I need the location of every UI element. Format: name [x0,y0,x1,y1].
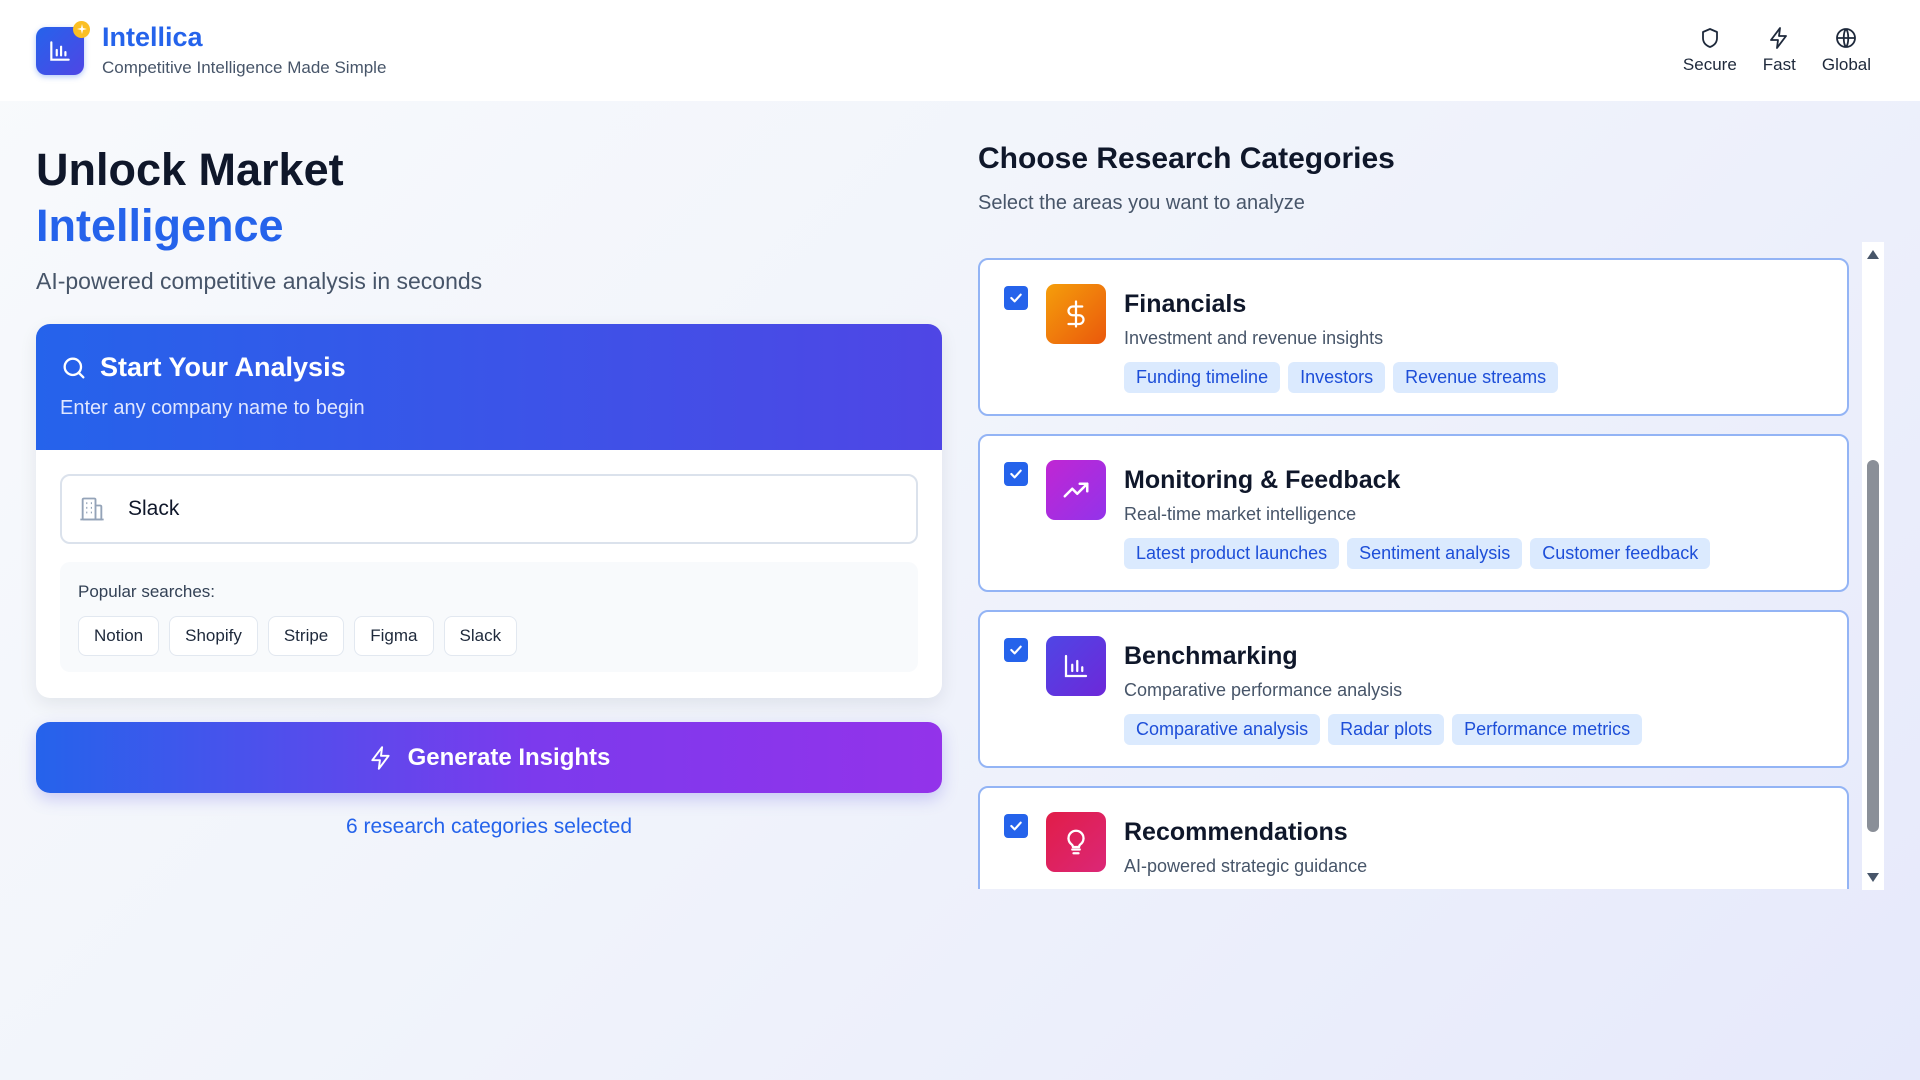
nav-item-fast[interactable]: Fast [1750,26,1809,75]
category-description: Comparative performance analysis [1124,680,1403,700]
scroll-down-arrow-icon[interactable] [1867,873,1879,882]
nav-label: Secure [1682,55,1737,74]
generate-insights-label: Generate Insights [407,743,611,771]
category-icon-financials [1046,284,1106,344]
brand[interactable]: Intellica Competitive Intelligence Made … [36,20,387,79]
nav-label: Fast [1762,55,1796,74]
category-checkbox[interactable] [1004,462,1028,486]
category-checkbox[interactable] [1004,286,1028,310]
categories-scrollbar[interactable] [1862,242,1884,890]
category-icon-recommendations [1046,812,1106,872]
check-icon [1010,821,1022,831]
category-card-financials[interactable]: Financials Investment and revenue insigh… [978,258,1849,416]
hero-subtitle: AI-powered competitive analysis in secon… [36,268,483,294]
shield-icon [1701,28,1718,48]
hero: Unlock Market Intelligence AI-powered co… [36,142,936,295]
zap-icon [370,745,390,770]
category-tag: Latest product launches [1124,538,1340,569]
category-name: Benchmarking [1124,642,1298,670]
brand-name: Intellica [102,21,203,52]
category-tag: Comparative analysis [1124,714,1321,745]
popular-chip-figma[interactable]: Figma [354,616,434,656]
category-name: Recommendations [1124,818,1348,846]
category-icon-benchmarking [1046,636,1106,696]
header-nav: Secure Fast Global [1670,26,1884,75]
category-tag: Performance metrics [1452,714,1643,745]
analysis-card-header: Start Your Analysis Enter any company na… [36,324,942,450]
category-description: AI-powered strategic guidance [1124,856,1368,876]
nav-item-secure[interactable]: Secure [1670,26,1750,75]
categories-list: Financials Investment and revenue insigh… [978,258,1884,889]
hero-title-line2: Intelligence [36,200,284,251]
popular-searches-label: Popular searches: [78,582,216,601]
popular-chip-shopify[interactable]: Shopify [169,616,258,656]
app-header: Intellica Competitive Intelligence Made … [0,0,1920,101]
check-icon [1010,469,1022,479]
dollar-icon [1067,300,1085,328]
check-icon [1010,645,1022,655]
nav-label: Global [1821,55,1871,74]
hero-title-line1: Unlock Market [36,144,344,195]
company-search-field[interactable] [60,474,918,544]
check-icon [1010,293,1022,303]
lightbulb-icon [1067,829,1085,855]
category-description: Investment and revenue insights [1124,328,1384,348]
analysis-card: Start Your Analysis Enter any company na… [36,324,942,698]
category-tag: Customer feedback [1530,538,1711,569]
sparkle-icon [73,20,90,38]
category-card-recommendations[interactable]: Recommendations AI-powered strategic gui… [978,786,1849,889]
brand-tagline: Competitive Intelligence Made Simple [102,58,387,78]
logo [36,20,90,75]
category-checkbox[interactable] [1004,814,1028,838]
category-tag: Sentiment analysis [1347,538,1523,569]
scroll-up-arrow-icon[interactable] [1867,250,1879,259]
category-name: Financials [1124,290,1247,318]
popular-chip-stripe[interactable]: Stripe [267,616,345,656]
zap-icon [1770,27,1788,49]
category-tag: Revenue streams [1393,362,1559,393]
categories-title: Choose Research Categories [978,142,1395,175]
popular-chip-slack[interactable]: Slack [443,616,518,656]
analysis-subtitle: Enter any company name to begin [60,397,365,419]
globe-icon [1836,28,1857,48]
category-card-monitoring[interactable]: Monitoring & Feedback Real-time market i… [978,434,1849,592]
category-tag: Investors [1288,362,1386,393]
category-icon-monitoring [1046,460,1106,520]
trending-up-icon [1063,482,1089,498]
category-tag: Radar plots [1328,714,1445,745]
popular-chip-notion[interactable]: Notion [78,616,160,656]
category-description: Real-time market intelligence [1124,504,1357,524]
nav-item-global[interactable]: Global [1809,26,1884,75]
bar-chart-icon [1064,654,1088,678]
bar-chart-icon [50,40,70,61]
selected-categories-count: 6 research categories selected [346,815,632,838]
category-card-benchmarking[interactable]: Benchmarking Comparative performance ana… [978,610,1849,768]
category-tag: Funding timeline [1124,362,1281,393]
search-icon [63,357,85,378]
analysis-title: Start Your Analysis [100,352,346,382]
scrollbar-thumb[interactable] [1867,460,1879,832]
company-name-input[interactable] [128,497,888,521]
category-checkbox[interactable] [1004,638,1028,662]
generate-insights-button[interactable]: Generate Insights [36,722,942,793]
category-name: Monitoring & Feedback [1124,466,1401,494]
categories-subtitle: Select the areas you want to analyze [978,192,1305,214]
building-icon [80,497,104,521]
popular-searches: Popular searches: Notion Shopify Stripe … [60,562,918,672]
